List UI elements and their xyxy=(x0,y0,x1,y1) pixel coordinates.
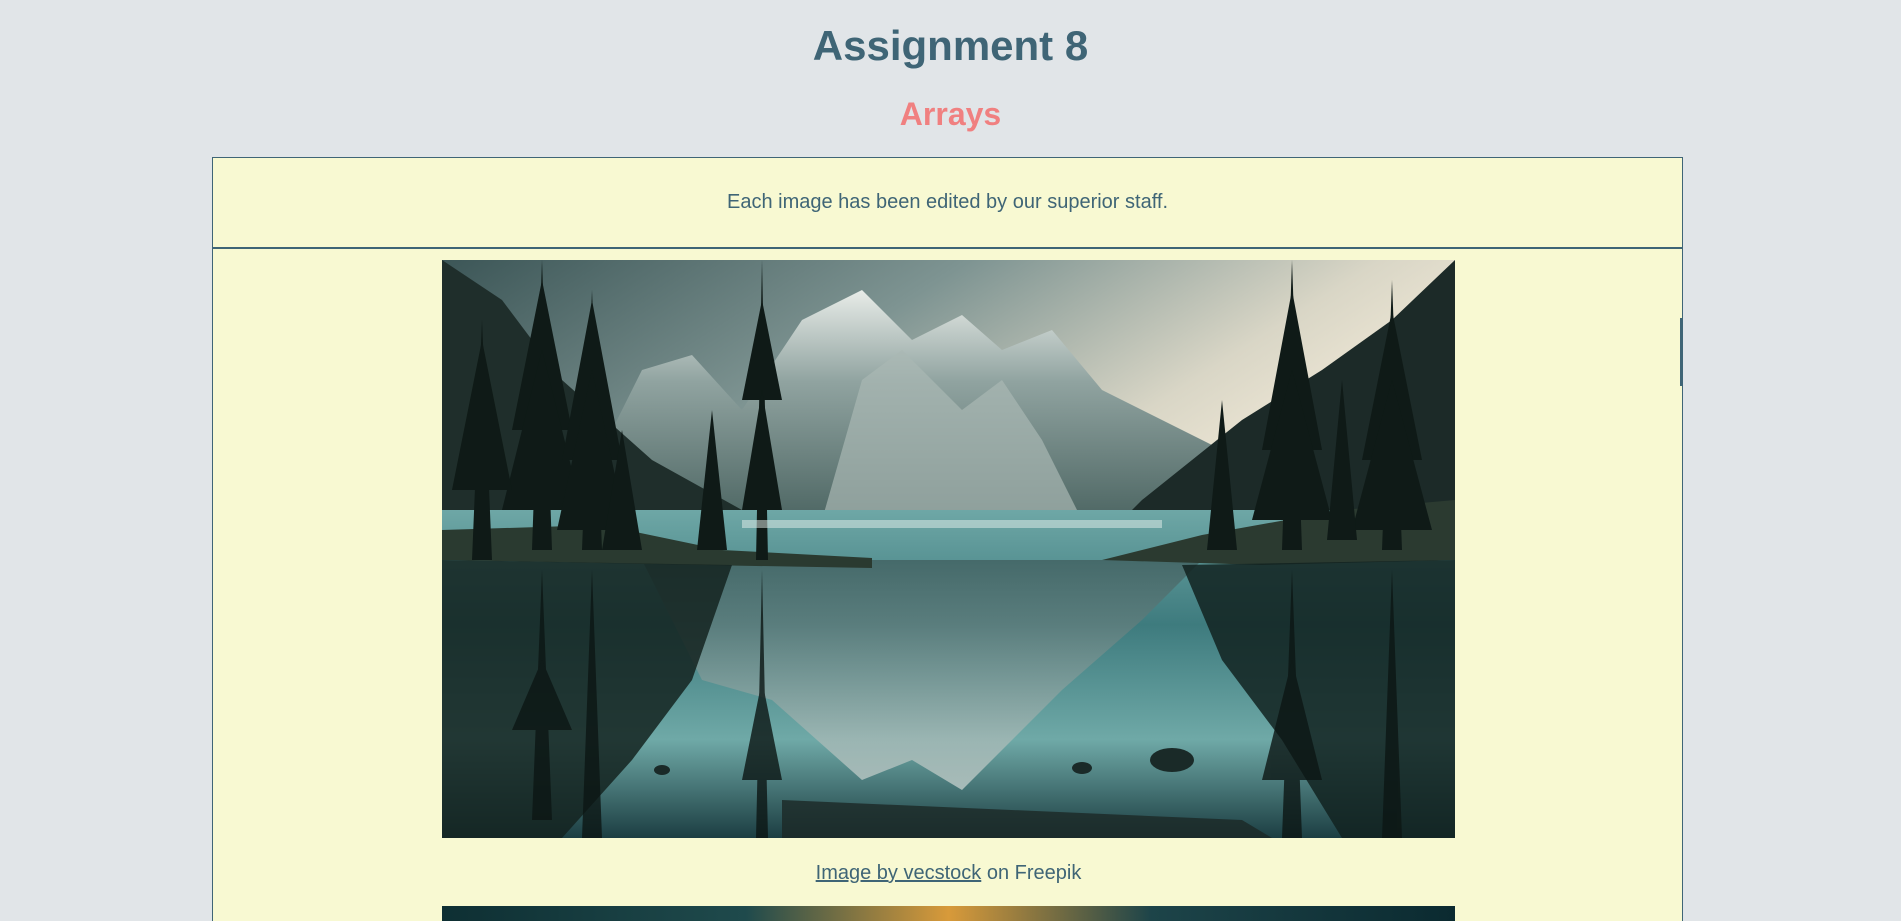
image-credit-link[interactable]: Image by vecstock xyxy=(816,862,982,884)
gallery-container: Each image has been edited by our superi… xyxy=(212,157,1683,921)
gallery-item: Image by vecstock on Freepik xyxy=(442,260,1455,884)
gallery-image-mountain-lake xyxy=(442,260,1455,838)
intro-text: Each image has been edited by our superi… xyxy=(213,158,1682,249)
scroll-indicator xyxy=(1680,318,1682,386)
image-credit-suffix: on Freepik xyxy=(981,862,1082,884)
page: Assignment 8 Arrays Each image has been … xyxy=(0,0,1901,921)
page-subtitle: Arrays xyxy=(899,96,1002,132)
page-title: Assignment 8 xyxy=(812,22,1089,69)
gallery-image-dark-landscape xyxy=(442,906,1455,921)
gallery-item xyxy=(442,906,1455,921)
image-credit: Image by vecstock on Freepik xyxy=(442,862,1455,885)
